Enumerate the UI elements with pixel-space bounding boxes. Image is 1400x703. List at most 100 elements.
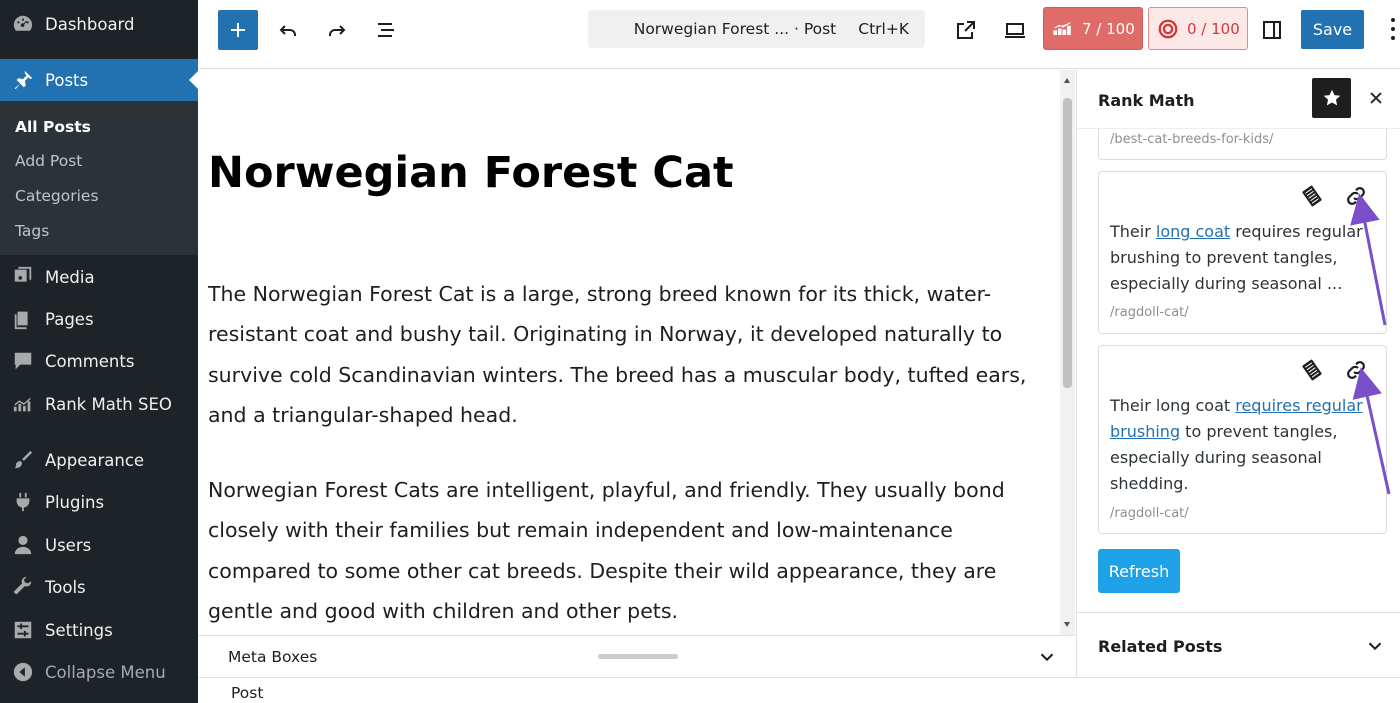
panel-title: Rank Math	[1098, 91, 1195, 110]
meta-boxes-panel: Meta Boxes	[198, 635, 1075, 677]
list-view-icon	[378, 23, 394, 37]
chevron-down-icon[interactable]	[1364, 635, 1386, 657]
menu-item-pages[interactable]: Pages	[0, 298, 198, 340]
menu-label: Tools	[45, 577, 86, 597]
menu-label: Dashboard	[45, 14, 135, 34]
settings-sidebar-toggle[interactable]	[1256, 14, 1288, 46]
link-suggestion-card: /best-cat-breeds-for-kids/	[1098, 129, 1387, 160]
seo-score-badge[interactable]: 7 / 100	[1043, 7, 1143, 50]
paragraph-block[interactable]: The Norwegian Forest Cat is a large, str…	[208, 274, 1048, 435]
close-panel-button[interactable]	[1364, 86, 1388, 110]
insert-link-icon[interactable]	[1344, 184, 1368, 208]
pin-favorite-button[interactable]	[1312, 78, 1351, 118]
redo-button[interactable]	[321, 14, 353, 46]
submenu-all-posts[interactable]: All Posts	[15, 118, 91, 136]
close-icon	[1370, 92, 1382, 104]
more-vertical-icon	[1391, 36, 1395, 40]
menu-label: Settings	[45, 620, 113, 640]
suggestion-text: Their long coat requires regular brushin…	[1110, 219, 1375, 297]
menu-label: Rank Math SEO	[45, 394, 172, 414]
document-title: Norwegian Forest ... · Post	[633, 20, 837, 38]
scroll-thumb[interactable]	[1063, 98, 1072, 388]
insert-link-icon[interactable]	[1344, 358, 1368, 382]
editor-toolbar: Norwegian Forest ... · Post Ctrl+K 7 / 1…	[198, 0, 1400, 69]
more-vertical-icon	[1391, 18, 1395, 22]
media-icon	[11, 265, 35, 289]
more-vertical-icon	[1391, 27, 1395, 31]
paragraph-block[interactable]: Norwegian Forest Cats are intelligent, p…	[208, 470, 1048, 631]
sidebar-icon	[1263, 21, 1281, 39]
menu-label: Plugins	[45, 492, 105, 512]
related-posts-section[interactable]: Related Posts	[1077, 612, 1400, 677]
suggestion-anchor-link[interactable]: long coat	[1156, 222, 1230, 241]
rank-math-sidebar: Rank Math /best-cat-breeds-for-kids/ The…	[1076, 70, 1400, 677]
rankmath-icon	[11, 392, 35, 416]
document-overview-button[interactable]	[370, 14, 402, 46]
collapse-icon	[11, 660, 35, 684]
submenu-tags[interactable]: Tags	[15, 222, 49, 240]
submenu-add-post[interactable]: Add Post	[15, 152, 82, 170]
options-menu-button[interactable]	[1386, 14, 1400, 44]
submenu-categories[interactable]: Categories	[15, 187, 99, 205]
redo-icon	[329, 25, 346, 36]
link-suggestion-card: Their long coat requires regular brushin…	[1098, 171, 1387, 334]
menu-label: Pages	[45, 309, 94, 329]
command-palette-bar[interactable]: Norwegian Forest ... · Post Ctrl+K	[588, 10, 925, 48]
menu-label: Appearance	[45, 450, 145, 470]
brush-icon	[11, 448, 35, 472]
chevron-down-icon[interactable]	[1036, 646, 1058, 668]
comment-icon	[11, 349, 35, 373]
menu-item-media[interactable]: Media	[0, 256, 198, 298]
scroll-down-icon[interactable]	[1064, 622, 1070, 627]
pin-icon	[11, 68, 35, 92]
suggestion-text: Their long coat requires regular brushin…	[1110, 393, 1375, 497]
undo-icon	[279, 25, 296, 36]
panel-header: Rank Math	[1077, 70, 1400, 128]
suggestion-text-pre: Their	[1110, 222, 1156, 241]
menu-item-dashboard[interactable]: Dashboard	[0, 3, 198, 45]
view-post-button[interactable]	[950, 14, 982, 46]
undo-button[interactable]	[272, 14, 304, 46]
preview-device-button[interactable]	[998, 14, 1032, 46]
breadcrumb[interactable]: Post	[231, 684, 263, 702]
block-breadcrumb-bar: Post	[198, 677, 1400, 703]
copy-link-icon[interactable]	[1300, 184, 1324, 208]
editor-canvas: Norwegian Forest Cat The Norwegian Fores…	[198, 70, 1075, 635]
keyboard-shortcut: Ctrl+K	[858, 20, 909, 38]
resize-handle[interactable]	[598, 654, 678, 659]
meta-boxes-label[interactable]: Meta Boxes	[228, 648, 317, 666]
menu-label: Users	[45, 535, 92, 555]
editor-scrollbar[interactable]	[1060, 70, 1075, 635]
link-suggestion-card: Their long coat requires regular brushin…	[1098, 345, 1387, 534]
menu-item-tools[interactable]: Tools	[0, 566, 198, 608]
menu-item-plugins[interactable]: Plugins	[0, 481, 198, 523]
star-icon	[1323, 89, 1340, 106]
menu-label: Posts	[45, 70, 89, 90]
copy-link-icon[interactable]	[1300, 358, 1324, 382]
related-posts-title: Related Posts	[1098, 637, 1223, 656]
add-block-button[interactable]	[218, 10, 258, 50]
posts-submenu: All Posts Add Post Categories Tags	[0, 101, 198, 255]
suggestion-text-pre: Their long coat	[1110, 396, 1236, 415]
post-title[interactable]: Norwegian Forest Cat	[208, 148, 734, 198]
content-score-value: 0 / 100	[1187, 19, 1240, 38]
refresh-button[interactable]: Refresh	[1098, 549, 1180, 593]
suggestion-url: /ragdoll-cat/	[1110, 305, 1189, 320]
content-ai-icon	[1158, 19, 1178, 38]
collapse-menu-button[interactable]: Collapse Menu	[0, 651, 198, 693]
admin-sidebar: Dashboard Posts All Posts Add Post Categ…	[0, 0, 198, 703]
save-button[interactable]: Save	[1301, 10, 1364, 49]
content-ai-score-badge[interactable]: 0 / 100	[1148, 7, 1248, 50]
menu-item-settings[interactable]: Settings	[0, 609, 198, 651]
plus-icon	[231, 23, 245, 37]
dashboard-icon	[11, 12, 35, 36]
menu-item-rank-math-seo[interactable]: Rank Math SEO	[0, 383, 198, 425]
menu-item-appearance[interactable]: Appearance	[0, 439, 198, 481]
settings-icon	[11, 618, 35, 642]
menu-item-posts[interactable]: Posts	[0, 59, 198, 101]
menu-label: Collapse Menu	[45, 662, 166, 682]
menu-item-comments[interactable]: Comments	[0, 340, 198, 382]
menu-label: Media	[45, 267, 95, 287]
menu-item-users[interactable]: Users	[0, 524, 198, 566]
scroll-up-icon[interactable]	[1064, 78, 1070, 83]
